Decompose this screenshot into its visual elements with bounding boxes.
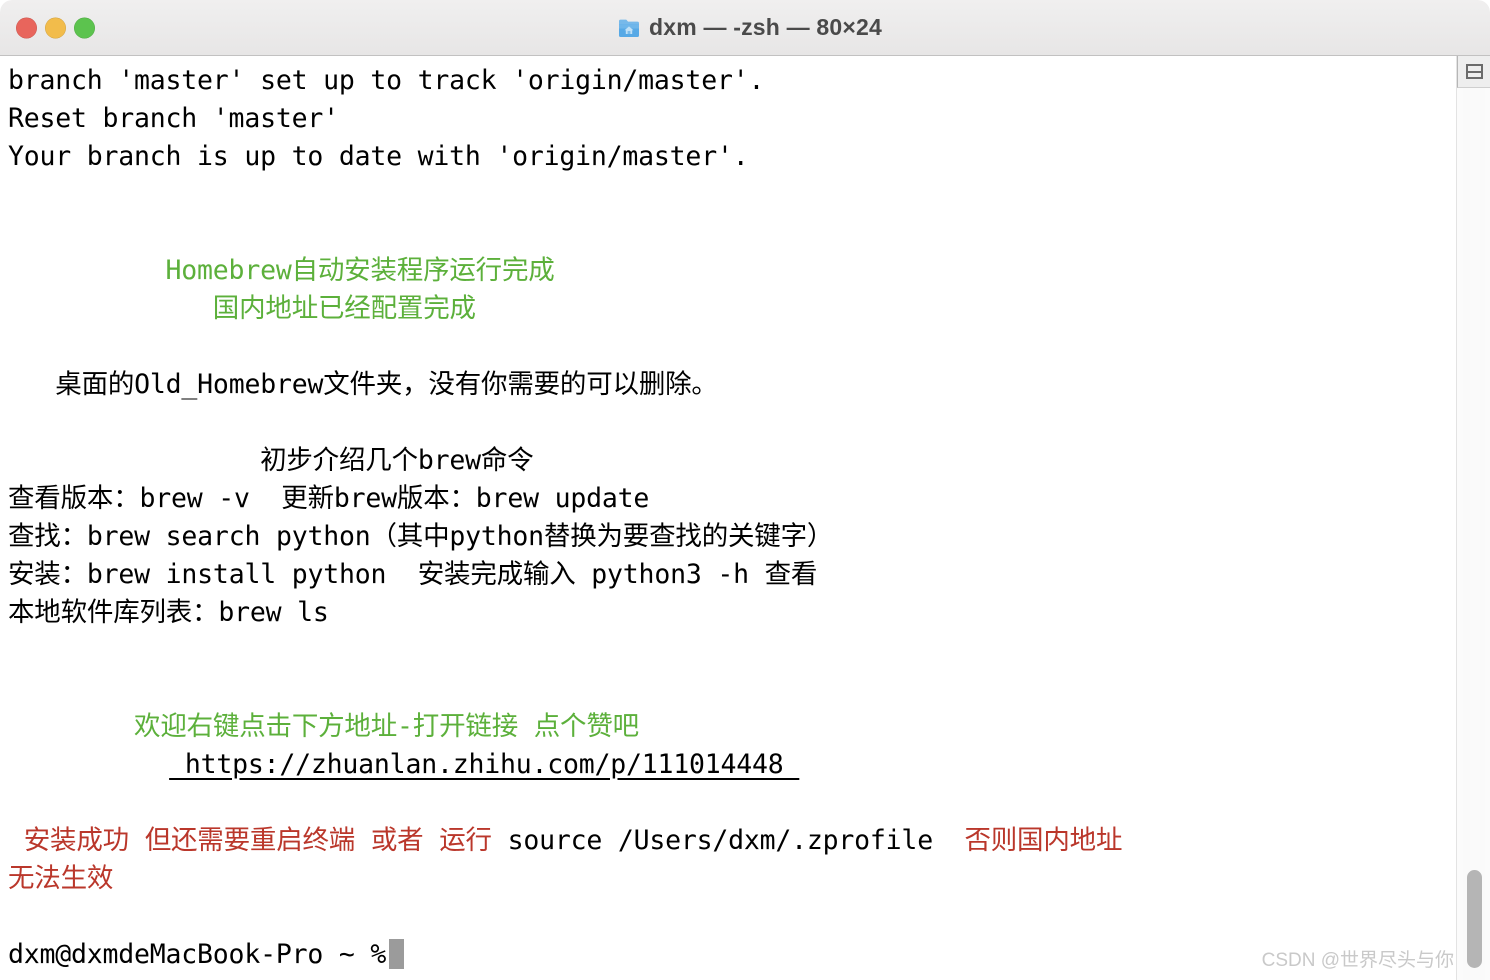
split-pane-button[interactable] (1457, 56, 1490, 88)
terminal-prompt-line[interactable]: dxm@dxmdeMacBook-Pro ~ % (8, 936, 1456, 974)
warning-text-part2: 否则国内地址 (932, 825, 1123, 856)
terminal-line-old-homebrew-note: 桌面的Old_Homebrew文件夹，没有你需要的可以删除。 (8, 369, 718, 400)
shell-prompt: dxm@dxmdeMacBook-Pro ~ % (8, 939, 387, 970)
terminal-line-link-row: https://zhuanlan.zhihu.com/p/111014448 (8, 746, 1456, 784)
source-command: source /Users/dxm/.zprofile (507, 825, 934, 856)
terminal-line-brew-install: 安装：brew install python 安装完成输入 python3 -h… (8, 559, 818, 590)
terminal-line-brew-version: 查看版本：brew -v 更新brew版本：brew update (8, 483, 650, 514)
zhihu-link[interactable]: https://zhuanlan.zhihu.com/p/111014448 (169, 749, 799, 780)
terminal-line: Reset branch 'master' (8, 103, 339, 134)
window-title: dxm — -zsh — 80×24 (648, 14, 883, 40)
minimize-window-button[interactable] (45, 17, 66, 38)
home-folder-icon (618, 18, 640, 38)
terminal-output[interactable]: branch 'master' set up to track 'origin/… (0, 56, 1456, 980)
terminal-line-warning-continued: 无法生效 (8, 863, 114, 894)
warning-text-part1: 安装成功 但还需要重启终端 或者 运行 (8, 825, 508, 856)
terminal-line-brew-ls: 本地软件库列表：brew ls (8, 597, 329, 628)
terminal-line-brew-search: 查找：brew search python（其中python替换为要查找的关键字… (8, 521, 834, 552)
window-titlebar[interactable]: dxm — -zsh — 80×24 (0, 0, 1490, 56)
terminal-line-success-title: Homebrew自动安装程序运行完成 (8, 255, 555, 286)
terminal-scrollbar[interactable] (1456, 56, 1490, 980)
terminal-line-brew-commands-heading: 初步介绍几个brew命令 (8, 445, 534, 476)
text-cursor (389, 939, 405, 969)
terminal-line: Your branch is up to date with 'origin/m… (8, 141, 749, 172)
window-title-group: dxm — -zsh — 80×24 (608, 14, 882, 41)
terminal-body: branch 'master' set up to track 'origin/… (0, 56, 1490, 980)
terminal-line-restart-warning: 安装成功 但还需要重启终端 或者 运行 source /Users/dxm/.z… (8, 822, 1456, 860)
close-window-button[interactable] (16, 17, 37, 38)
terminal-line-link-hint: 欢迎右键点击下方地址-打开链接 点个赞吧 (8, 711, 639, 742)
scrollbar-track[interactable] (1463, 88, 1485, 980)
window-controls (16, 17, 95, 38)
zoom-window-button[interactable] (74, 17, 95, 38)
split-pane-icon (1466, 64, 1483, 79)
scrollbar-thumb[interactable] (1467, 870, 1482, 968)
terminal-window: dxm — -zsh — 80×24 branch 'master' set u… (0, 0, 1490, 980)
terminal-line: branch 'master' set up to track 'origin/… (8, 65, 765, 96)
terminal-line-success-mirror: 国内地址已经配置完成 (8, 293, 476, 324)
